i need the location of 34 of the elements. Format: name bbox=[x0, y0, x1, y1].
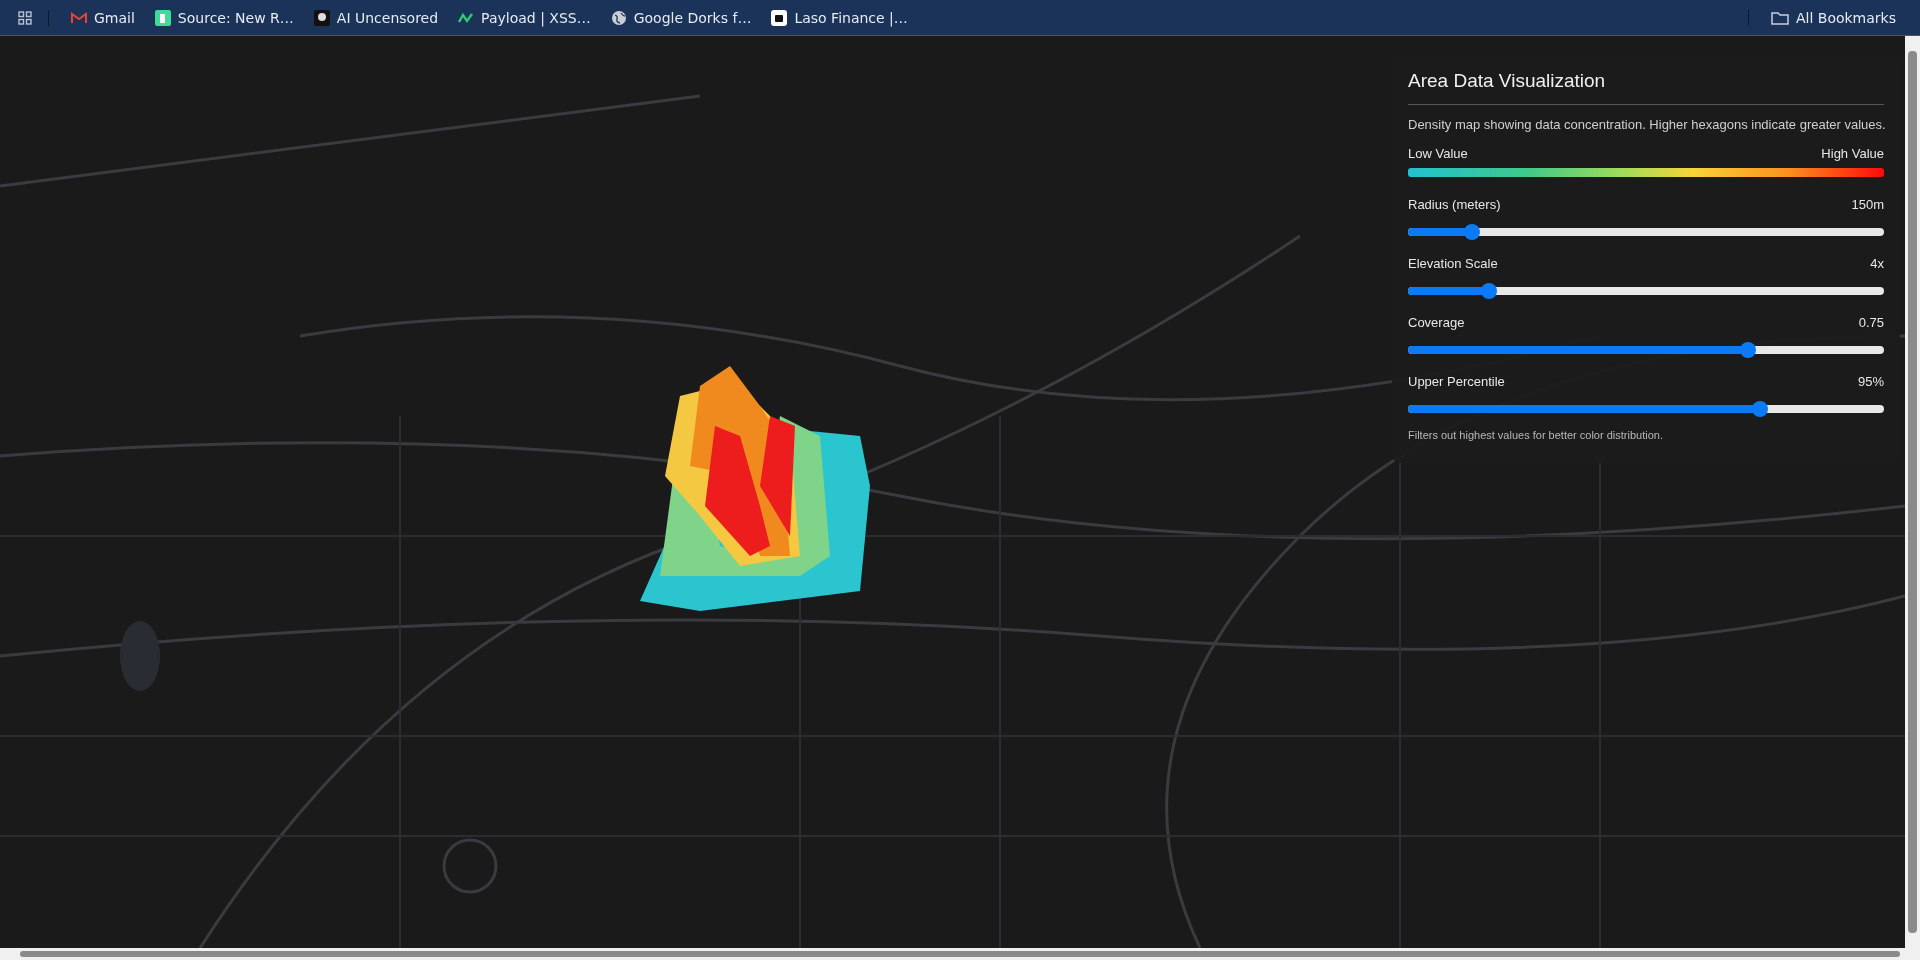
slider-value: 0.75 bbox=[1858, 315, 1884, 330]
note-text: Filters out highest values for better color distribution. bbox=[1408, 429, 1664, 441]
low-value-label: Low Value bbox=[1408, 146, 1468, 161]
high-value-label: High Value bbox=[1821, 146, 1884, 161]
envelope-icon bbox=[71, 11, 87, 24]
bookmark[interactable]: Payload | XSS… bbox=[450, 5, 599, 30]
apps-grid-icon[interactable] bbox=[18, 10, 32, 25]
all-bookmarks-button[interactable]: All Bookmarks bbox=[1762, 5, 1904, 30]
slider-label: Coverage bbox=[1408, 315, 1465, 330]
bookmark[interactable]: Google Dorks f… bbox=[602, 5, 760, 30]
slider-label: Upper Percentile bbox=[1408, 374, 1505, 389]
square-logo-icon bbox=[771, 9, 788, 26]
slider-label: Radius (meters) bbox=[1408, 197, 1501, 212]
bookmark[interactable]: Gmail bbox=[63, 5, 143, 30]
panel-title: Area Data Visualization bbox=[1408, 70, 1607, 92]
slider-label: Elevation Scale bbox=[1408, 256, 1498, 271]
slider-thumb[interactable] bbox=[1480, 283, 1497, 299]
tile-icon bbox=[154, 9, 171, 26]
vertical-scrollbar[interactable] bbox=[1905, 36, 1920, 948]
folder-icon bbox=[1770, 10, 1789, 25]
bookmark[interactable]: Laso Finance |… bbox=[763, 5, 916, 30]
bookmark[interactable]: Source: New R… bbox=[146, 5, 302, 30]
globe-icon bbox=[610, 9, 627, 26]
mask-icon bbox=[313, 9, 330, 26]
horizontal-scrollbar[interactable] bbox=[0, 948, 1920, 960]
slider-value: 150m bbox=[1851, 197, 1884, 212]
zigzag-icon bbox=[458, 11, 475, 24]
slider-thumb[interactable] bbox=[1464, 224, 1481, 240]
slider-thumb[interactable] bbox=[1740, 342, 1757, 358]
bookmark[interactable]: AI Uncensored bbox=[305, 5, 447, 30]
slider-value: 95% bbox=[1857, 374, 1884, 389]
description-text: Density map showing data concentration. Higher hexagons indicate greater values. bbox=[1408, 117, 1884, 132]
slider-value: 4x bbox=[1870, 256, 1884, 271]
slider-thumb[interactable] bbox=[1752, 401, 1769, 417]
